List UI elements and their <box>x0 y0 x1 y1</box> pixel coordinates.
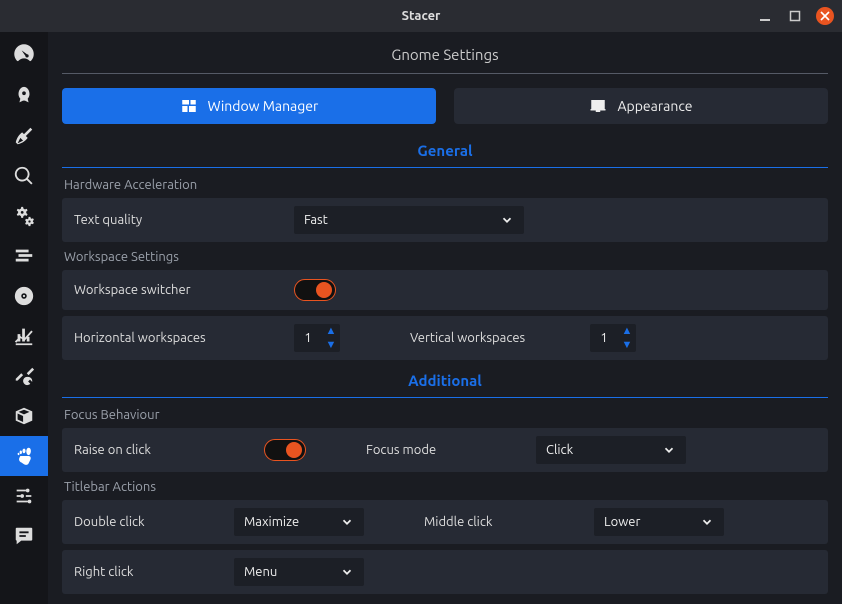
sidebar-item-uninstaller[interactable] <box>0 276 48 316</box>
row-workspace-counts: Horizontal workspaces 1 ▲ ▼ Vertical wor… <box>62 316 828 360</box>
gauge-icon <box>11 41 37 67</box>
rocket-icon <box>13 85 35 107</box>
focus-mode-select[interactable]: Click <box>536 436 686 464</box>
bar-chart-icon <box>13 325 35 347</box>
workspace-switcher-toggle[interactable] <box>294 279 336 301</box>
sidebar <box>0 32 48 604</box>
vertical-workspaces-spinner[interactable]: 1 ▲ ▼ <box>590 324 636 352</box>
spinner-value: 1 <box>294 331 322 345</box>
sidebar-item-gnome[interactable] <box>0 436 48 476</box>
main-content: Gnome Settings Window Manager Appearance… <box>48 32 842 604</box>
tools-icon <box>13 365 35 387</box>
select-value: Click <box>546 443 573 457</box>
spinner-up[interactable]: ▲ <box>322 324 340 338</box>
titlebar: Stacer <box>0 0 842 32</box>
sidebar-item-services[interactable] <box>0 196 48 236</box>
section-additional: Additional <box>62 366 828 393</box>
tab-label: Appearance <box>617 98 692 114</box>
select-value: Maximize <box>244 515 299 529</box>
sidebar-item-cleaner[interactable] <box>0 116 48 156</box>
raise-on-click-toggle[interactable] <box>264 439 306 461</box>
sliders-icon <box>13 485 35 507</box>
vertical-workspaces-label: Vertical workspaces <box>410 331 550 345</box>
gears-icon <box>13 205 35 227</box>
spinner-down[interactable]: ▼ <box>618 338 636 352</box>
maximize-icon <box>789 10 801 22</box>
divider <box>62 397 828 398</box>
divider <box>62 73 828 74</box>
raise-on-click-label: Raise on click <box>74 443 244 457</box>
horizontal-workspaces-spinner[interactable]: 1 ▲ ▼ <box>294 324 340 352</box>
middle-click-label: Middle click <box>424 515 534 529</box>
right-click-select[interactable]: Menu <box>234 558 364 586</box>
workspace-switcher-label: Workspace switcher <box>74 283 274 297</box>
minimize-icon <box>759 10 771 22</box>
sidebar-item-resources[interactable] <box>0 316 48 356</box>
right-click-label: Right click <box>74 565 214 579</box>
tab-appearance[interactable]: Appearance <box>454 88 828 124</box>
chevron-down-icon <box>340 565 354 579</box>
select-value: Menu <box>244 565 277 579</box>
disc-icon <box>13 285 35 307</box>
toggle-knob <box>316 282 332 298</box>
page-title: Gnome Settings <box>62 32 828 73</box>
select-value: Lower <box>604 515 640 529</box>
sidebar-item-dashboard[interactable] <box>0 32 48 76</box>
row-text-quality: Text quality Fast <box>62 198 828 242</box>
double-click-select[interactable]: Maximize <box>234 508 364 536</box>
text-quality-label: Text quality <box>74 213 274 227</box>
minimize-button[interactable] <box>756 7 774 25</box>
text-quality-select[interactable]: Fast <box>294 206 524 234</box>
chevron-down-icon <box>340 515 354 529</box>
maximize-button[interactable] <box>786 7 804 25</box>
gnome-foot-icon <box>13 445 35 467</box>
divider <box>62 167 828 168</box>
section-general: General <box>62 136 828 163</box>
double-click-label: Double click <box>74 515 214 529</box>
tabs: Window Manager Appearance <box>62 88 828 124</box>
row-workspace-switcher: Workspace switcher <box>62 270 828 310</box>
tab-label: Window Manager <box>208 98 319 114</box>
search-icon <box>13 165 35 187</box>
broom-icon <box>13 125 35 147</box>
spinner-value: 1 <box>590 331 618 345</box>
window-title: Stacer <box>402 9 441 23</box>
sidebar-item-feedback[interactable] <box>0 516 48 556</box>
chevron-down-icon <box>500 213 514 227</box>
chevron-down-icon <box>662 443 676 457</box>
window-manager-icon <box>180 97 198 115</box>
sidebar-item-helpers[interactable] <box>0 356 48 396</box>
row-focus: Raise on click Focus mode Click <box>62 428 828 472</box>
monitor-icon <box>589 97 607 115</box>
horizontal-workspaces-label: Horizontal workspaces <box>74 331 274 345</box>
sidebar-item-apt[interactable] <box>0 396 48 436</box>
focus-mode-label: Focus mode <box>366 443 516 457</box>
group-focus: Focus Behaviour <box>64 408 828 422</box>
row-titlebar-2: Right click Menu <box>62 550 828 594</box>
row-titlebar-1: Double click Maximize Middle click Lower <box>62 500 828 544</box>
spinner-down[interactable]: ▼ <box>322 338 340 352</box>
chevron-down-icon <box>700 515 714 529</box>
spinner-up[interactable]: ▲ <box>618 324 636 338</box>
select-value: Fast <box>304 213 328 227</box>
sidebar-item-settings[interactable] <box>0 476 48 516</box>
window-stack-icon <box>13 245 35 267</box>
toggle-knob <box>286 442 302 458</box>
tab-window-manager[interactable]: Window Manager <box>62 88 436 124</box>
middle-click-select[interactable]: Lower <box>594 508 724 536</box>
sidebar-item-search[interactable] <box>0 156 48 196</box>
close-button[interactable] <box>816 7 834 25</box>
close-icon <box>820 11 830 21</box>
sidebar-item-startup[interactable] <box>0 76 48 116</box>
package-icon <box>13 405 35 427</box>
feedback-icon <box>13 525 35 547</box>
sidebar-item-processes[interactable] <box>0 236 48 276</box>
group-titlebar: Titlebar Actions <box>64 480 828 494</box>
group-hardware-accel: Hardware Acceleration <box>64 178 828 192</box>
window-controls <box>756 7 834 25</box>
group-workspace: Workspace Settings <box>64 250 828 264</box>
